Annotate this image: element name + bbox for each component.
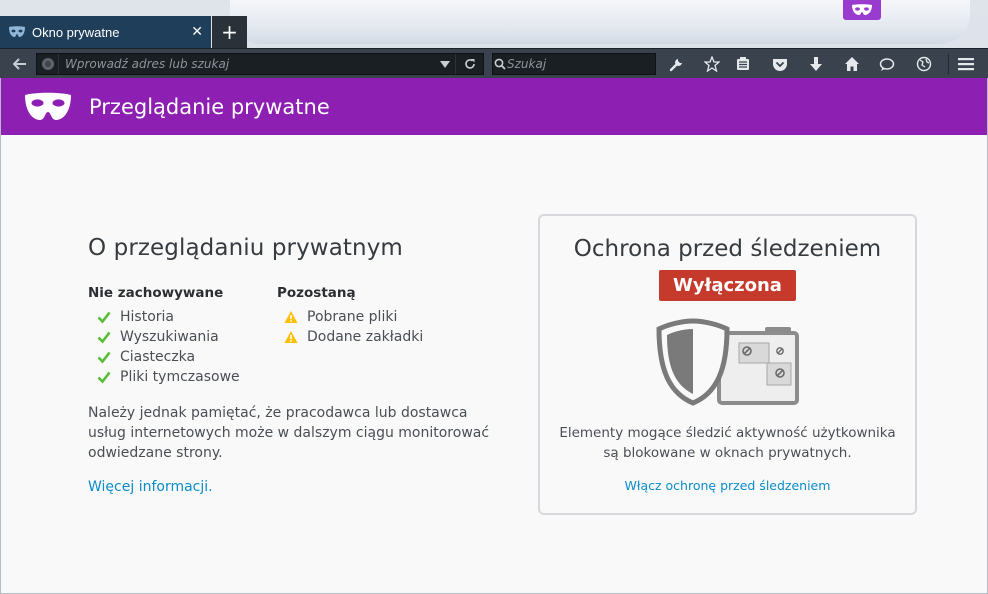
- tracking-protection-panel: Ochrona przed śledzeniem Wyłączona Eleme…: [538, 214, 917, 515]
- toolbar-separator: [948, 54, 949, 74]
- reload-button[interactable]: [455, 54, 483, 74]
- tracking-shield-illustration: [655, 318, 799, 406]
- back-arrow-icon: [13, 58, 26, 70]
- check-icon: [97, 311, 111, 324]
- list-item-label: Wyszukiwania: [120, 329, 219, 345]
- list-item: Ciasteczka: [88, 347, 277, 367]
- data-retention-columns: Nie zachowywane Historia Wyszukiwania Ci…: [88, 285, 508, 387]
- pocket-button[interactable]: [766, 53, 794, 75]
- tracking-protection-description: Elementy mogące śledzić aktywność użytko…: [559, 425, 896, 461]
- home-icon: [845, 57, 859, 71]
- private-mask-icon: [9, 26, 25, 37]
- private-browsing-page: Przeglądanie prywatne O przeglądaniu pry…: [0, 78, 988, 594]
- back-button[interactable]: [8, 53, 32, 75]
- url-history-dropdown[interactable]: [435, 54, 455, 74]
- not-saved-list: Historia Wyszukiwania Ciasteczka Pliki t…: [88, 307, 277, 387]
- saved-title: Pozostaną: [277, 285, 356, 301]
- url-input[interactable]: [59, 54, 435, 74]
- developer-tools-button[interactable]: [663, 53, 691, 75]
- tab-title: Okno prywatne: [32, 24, 120, 40]
- star-icon: [704, 56, 720, 72]
- search-icon: [494, 58, 506, 70]
- about-heading: O przeglądaniu prywatnym: [88, 235, 403, 261]
- list-item-label: Historia: [120, 309, 174, 325]
- search-input[interactable]: [507, 54, 655, 74]
- page-title: Przeglądanie prywatne: [89, 94, 330, 119]
- reload-icon: [464, 59, 475, 69]
- reading-list-icon: [737, 57, 749, 70]
- url-bar[interactable]: [36, 53, 484, 75]
- site-identity-button[interactable]: [37, 54, 59, 74]
- learn-more-link[interactable]: Więcej informacji.: [88, 479, 213, 495]
- downloads-button[interactable]: [802, 53, 830, 75]
- tracking-protection-title: Ochrona przed śledzeniem: [573, 236, 882, 262]
- not-saved-column: Nie zachowywane Historia Wyszukiwania Ci…: [88, 285, 277, 387]
- warning-icon: [284, 331, 298, 343]
- close-tab-icon[interactable]: ✕: [191, 24, 203, 40]
- private-mask-icon: [25, 92, 71, 120]
- list-item-label: Dodane zakładki: [307, 329, 424, 345]
- page-banner: Przeglądanie prywatne: [1, 78, 987, 135]
- list-item-label: Ciasteczka: [120, 349, 196, 365]
- chat-icon: [879, 57, 895, 71]
- pocket-icon: [773, 58, 787, 71]
- dropdown-arrow-icon: [440, 60, 450, 68]
- new-tab-button[interactable]: +: [212, 16, 247, 48]
- list-item: Wyszukiwania: [88, 327, 277, 347]
- bookmark-star-button[interactable]: [698, 53, 726, 75]
- private-browsing-indicator: [843, 0, 881, 20]
- search-engine-button[interactable]: [493, 54, 507, 74]
- about-private-browsing: O przeglądaniu prywatnym Nie zachowywane…: [88, 235, 508, 495]
- list-item: Dodane zakładki: [277, 327, 423, 347]
- open-menu-button[interactable]: [952, 53, 980, 75]
- navigation-toolbar: [0, 48, 988, 78]
- title-bar: Okno prywatne ✕ +: [0, 0, 988, 48]
- check-icon: [97, 351, 111, 364]
- status-badge: Wyłączona: [659, 270, 796, 301]
- warning-icon: [284, 311, 298, 323]
- enable-tracking-protection-link[interactable]: Włącz ochronę przed śledzeniem: [625, 478, 831, 493]
- not-saved-title: Nie zachowywane: [88, 285, 224, 301]
- search-bar[interactable]: [492, 53, 656, 75]
- private-mask-icon: [852, 4, 872, 15]
- check-icon: [97, 331, 111, 344]
- list-item: Historia: [88, 307, 277, 327]
- download-icon: [810, 57, 822, 71]
- tab-private-window[interactable]: Okno prywatne ✕: [0, 16, 211, 48]
- home-button[interactable]: [838, 53, 866, 75]
- list-item-label: Pobrane pliki: [307, 309, 398, 325]
- check-icon: [97, 371, 111, 384]
- list-item-label: Pliki tymczasowe: [120, 369, 240, 385]
- reading-list-button[interactable]: [729, 53, 757, 75]
- monitoring-note: Należy jednak pamiętać, że pracodawca lu…: [88, 405, 490, 461]
- globe-button[interactable]: [910, 53, 938, 75]
- site-identity-icon: [41, 58, 54, 70]
- saved-column: Pozostaną Pobrane pliki Dodane zakładki: [277, 285, 423, 387]
- hamburger-menu-icon: [958, 58, 974, 71]
- wrench-icon: [669, 59, 682, 72]
- saved-list: Pobrane pliki Dodane zakładki: [277, 307, 423, 347]
- list-item: Pliki tymczasowe: [88, 367, 277, 387]
- chat-button[interactable]: [873, 53, 901, 75]
- globe-icon: [916, 56, 932, 72]
- list-item: Pobrane pliki: [277, 307, 423, 327]
